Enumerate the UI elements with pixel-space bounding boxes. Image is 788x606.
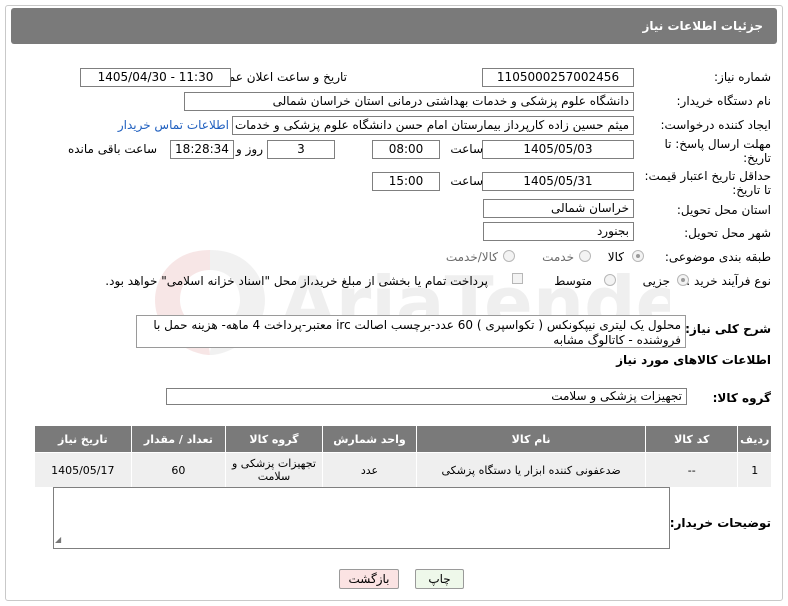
days-label: روز و <box>236 142 263 156</box>
col-quantity: تعداد / مقدار <box>130 425 227 453</box>
treasury-payment-note: پرداخت تمام یا بخشی از مبلغ خرید،از محل … <box>105 274 488 288</box>
items-table: ردیف کد کالا نام کالا واحد شمارش گروه کا… <box>34 425 772 488</box>
col-row: ردیف <box>737 425 772 453</box>
category-option-goods: کالا <box>607 250 624 264</box>
category-radio-goods[interactable] <box>632 250 644 262</box>
buyer-notes-textarea[interactable]: ◢ <box>53 487 670 549</box>
need-number-field: 1105000257002456 <box>482 68 634 87</box>
city-label: شهر محل تحویل: <box>684 226 771 240</box>
deadline-time-label: ساعت <box>450 142 483 156</box>
table-row: 1 -- ضدعفونی کننده ابزار یا دستگاه پزشکی… <box>34 452 772 488</box>
buyer-contact-link[interactable]: اطلاعات تماس خریدار <box>118 118 229 132</box>
col-group: گروه کالا <box>225 425 323 453</box>
validity-label: حداقل تاریخ اعتبار قیمت: <box>644 169 771 183</box>
process-radio-medium[interactable] <box>604 274 616 286</box>
province-field: خراسان شمالی <box>483 199 634 218</box>
need-number-label: شماره نیاز: <box>714 70 771 84</box>
validity-date-field: 1405/05/31 <box>482 172 634 191</box>
cell-row: 1 <box>737 452 772 488</box>
table-header-row: ردیف کد کالا نام کالا واحد شمارش گروه کا… <box>34 425 772 453</box>
buyer-org-label: نام دستگاه خریدار: <box>676 94 772 108</box>
cell-date: 1405/05/17 <box>34 452 132 488</box>
category-option-service: خدمت <box>542 250 574 264</box>
remaining-time-field: 18:28:34 <box>170 140 234 159</box>
goods-group-field: تجهیزات پزشکی و سلامت <box>166 388 687 405</box>
cell-quantity: 60 <box>130 452 227 488</box>
city-field: بجنورد <box>483 222 634 241</box>
remaining-label: ساعت باقی مانده <box>67 142 157 156</box>
resize-handle-icon[interactable]: ◢ <box>55 531 61 548</box>
cell-name: ضدعفونی کننده ابزار یا دستگاه پزشکی <box>416 452 646 488</box>
province-label: استان محل تحویل: <box>676 203 771 217</box>
buyer-org-field: دانشگاه علوم پزشکی و خدمات بهداشتی درمان… <box>184 92 634 111</box>
col-code: کد کالا <box>644 425 739 453</box>
cell-group: تجهیزات پزشکی و سلامت <box>225 452 323 488</box>
col-name: نام کالا <box>416 425 646 453</box>
goods-info-title: اطلاعات کالاهای مورد نیاز <box>616 353 771 367</box>
cell-code: -- <box>644 452 739 488</box>
category-label: طبقه بندی موضوعی: <box>664 250 771 264</box>
validity-time-field: 15:00 <box>372 172 440 191</box>
treasury-payment-checkbox[interactable] <box>512 273 523 284</box>
validity-time-label: ساعت <box>450 174 483 188</box>
deadline-label: مهلت ارسال پاسخ: تا <box>664 137 771 151</box>
category-option-goods-service: کالا/خدمت <box>445 250 498 264</box>
process-option-medium: متوسط <box>554 274 592 288</box>
process-option-minor: جزیی <box>642 274 670 288</box>
process-label: نوع فرآیند خرید : <box>686 274 771 288</box>
announce-field: 1405/04/30 - 11:30 <box>80 68 231 87</box>
creator-field: میثم حسین زاده کارپرداز بیمارستان امام ح… <box>232 116 634 135</box>
print-button[interactable]: چاپ <box>415 569 464 589</box>
buyer-notes-label: توضیحات خریدار: <box>669 516 771 530</box>
days-field: 3 <box>267 140 335 159</box>
cell-unit: عدد <box>321 452 418 488</box>
description-label: شرح کلی نیاز: <box>685 322 771 336</box>
back-button[interactable]: بازگشت <box>339 569 399 589</box>
process-radio-minor[interactable] <box>677 274 689 286</box>
deadline-date-field: 1405/05/03 <box>482 140 634 159</box>
page-title: جزئیات اطلاعات نیاز <box>642 19 763 33</box>
category-radio-goods-service[interactable] <box>503 250 515 262</box>
deadline-label-date: تاریخ: <box>743 151 771 165</box>
goods-group-label: گروه کالا: <box>712 391 771 405</box>
category-radio-service[interactable] <box>579 250 591 262</box>
creator-label: ایجاد کننده درخواست: <box>660 118 771 132</box>
validity-label-date: تا تاریخ: <box>732 183 771 197</box>
col-date: تاریخ نیاز <box>34 425 132 453</box>
page-header: جزئیات اطلاعات نیاز <box>11 8 777 44</box>
deadline-time-field: 08:00 <box>372 140 440 159</box>
description-field: محلول یک لیتری نیپکونکس ( تکواسپری ) 60 … <box>136 315 686 348</box>
col-unit: واحد شمارش <box>321 425 418 453</box>
